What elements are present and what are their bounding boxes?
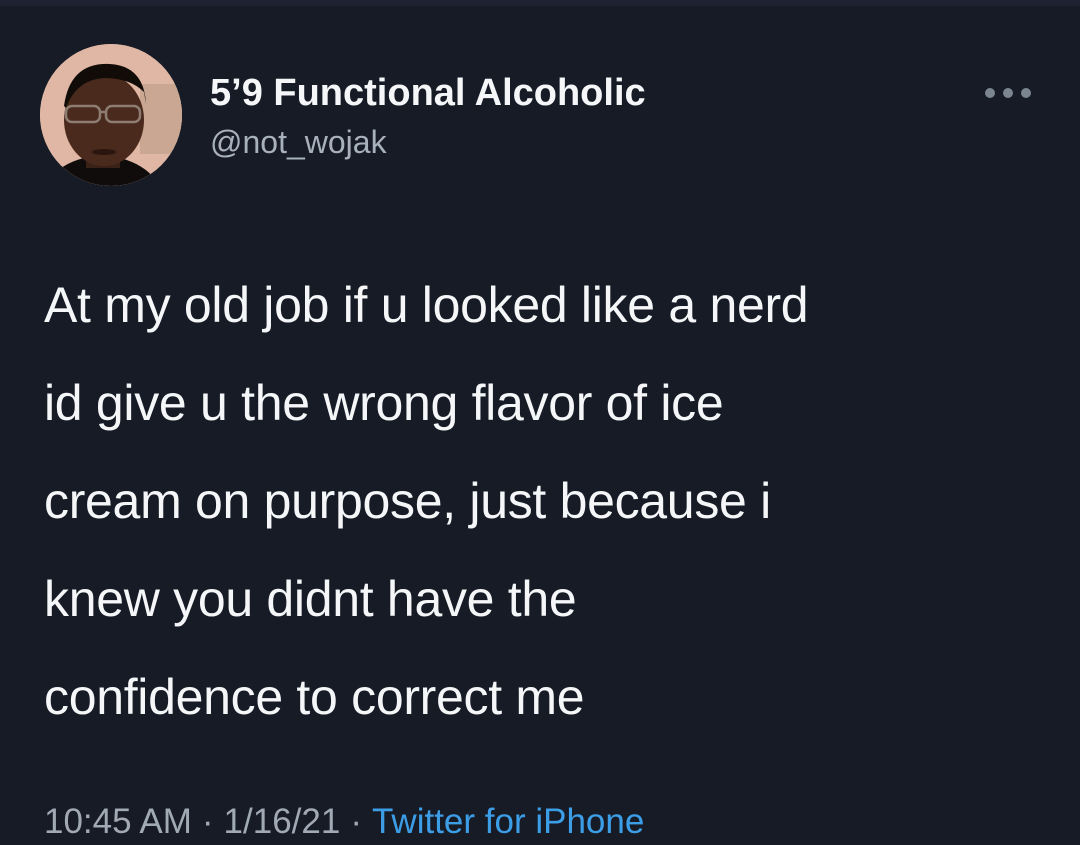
- tweet-text: At my old job if u looked like a nerd id…: [44, 256, 1054, 746]
- profile-photo: [40, 44, 182, 186]
- tweet-text-line: cream on purpose, just because i: [44, 473, 771, 529]
- meta-separator: ·: [350, 802, 362, 841]
- avatar[interactable]: [40, 44, 182, 186]
- tweet-time[interactable]: 10:45 AM: [44, 802, 192, 841]
- more-horizontal-icon: [985, 88, 1031, 98]
- top-divider: [0, 0, 1080, 6]
- tweet-card: 5’9 Functional Alcoholic @not_wojak At m…: [0, 0, 1080, 845]
- tweet-date[interactable]: 1/16/21: [224, 802, 341, 841]
- user-handle[interactable]: @not_wojak: [210, 124, 387, 161]
- tweet-text-line: knew you didnt have the: [44, 571, 577, 627]
- meta-separator: ·: [201, 802, 214, 841]
- more-options-button[interactable]: [976, 78, 1040, 108]
- display-name[interactable]: 5’9 Functional Alcoholic: [210, 72, 646, 115]
- tweet-source-link[interactable]: Twitter for iPhone: [372, 802, 644, 841]
- tweet-text-line: confidence to correct me: [44, 669, 585, 725]
- tweet-text-line: At my old job if u looked like a nerd: [44, 277, 809, 333]
- tweet-text-line: id give u the wrong flavor of ice: [44, 375, 724, 431]
- tweet-metadata: 10:45 AM · 1/16/21 · Twitter for iPhone: [44, 802, 644, 842]
